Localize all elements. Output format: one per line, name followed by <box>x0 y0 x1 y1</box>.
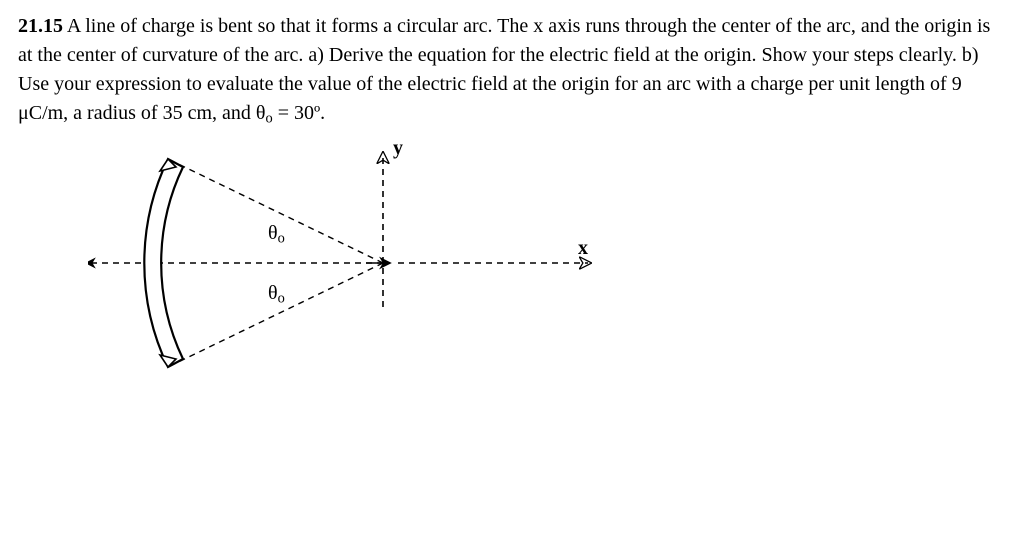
theta-top-sym: θ <box>268 222 278 244</box>
page: 21.15 A line of charge is bent so that i… <box>0 0 1024 538</box>
arc-body <box>144 159 183 367</box>
problem-text: 21.15 A line of charge is bent so that i… <box>18 12 1006 129</box>
theta-bot-sub: o <box>278 291 285 307</box>
figure: y x θo θo <box>88 137 648 457</box>
problem-body-1: A line of charge is bent so that it form… <box>18 15 990 124</box>
y-axis-label: y <box>393 137 403 160</box>
theta-label-top: θo <box>268 222 285 248</box>
problem-body-2: = 30º. <box>273 102 325 124</box>
theta-label-bottom: θo <box>268 282 285 308</box>
theta-subscript: o <box>265 111 272 127</box>
problem-number: 21.15 <box>18 15 63 37</box>
theta-bot-sym: θ <box>268 282 278 304</box>
theta-top-sub: o <box>278 231 285 247</box>
figure-svg <box>88 137 648 457</box>
radius-lower <box>168 263 383 367</box>
x-axis-label: x <box>578 237 588 260</box>
